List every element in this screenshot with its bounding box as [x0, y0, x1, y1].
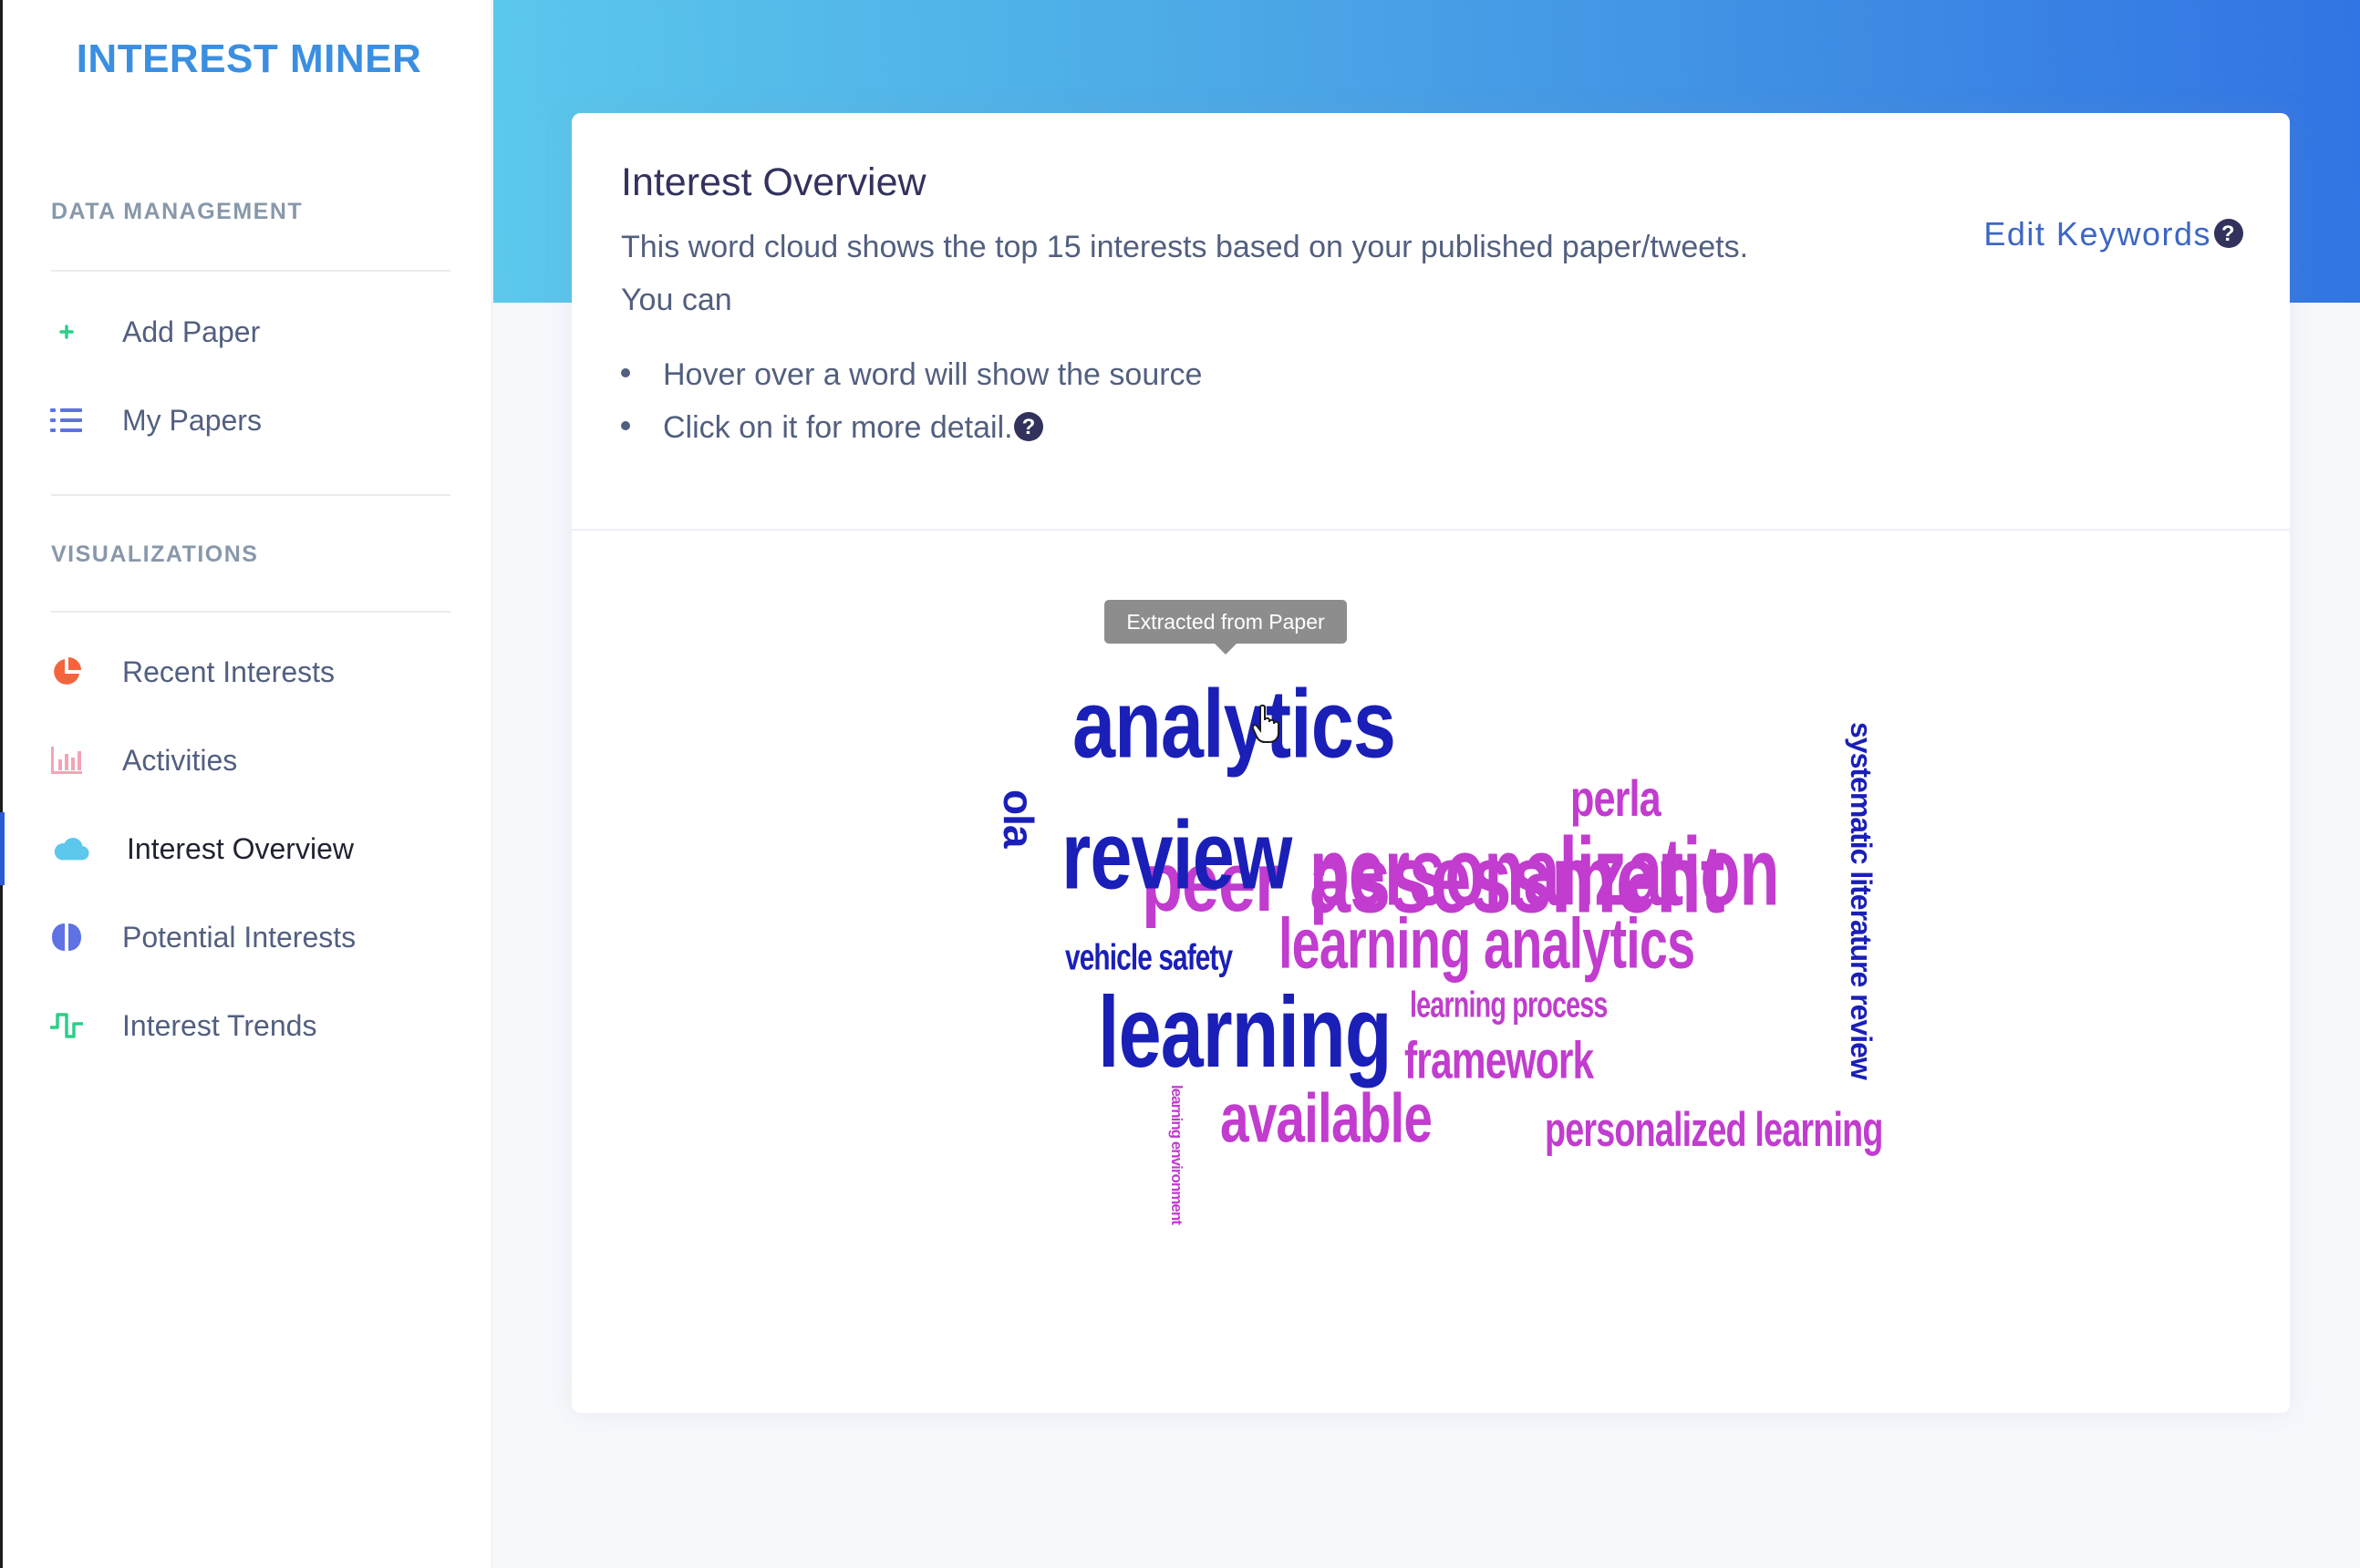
word-learning[interactable]: learning	[1098, 982, 1392, 1083]
bullet-dot	[621, 421, 630, 431]
word-learning-environment[interactable]: learning environment	[1168, 1085, 1185, 1224]
word-review[interactable]: review	[1061, 808, 1292, 904]
word-framework[interactable]: framework	[1404, 1034, 1594, 1087]
word-ola[interactable]: ola	[995, 789, 1042, 847]
help-icon[interactable]: ?	[1013, 411, 1044, 442]
sidebar-item-potential-interests[interactable]: Potential Interests	[3, 901, 492, 974]
pulse-icon	[48, 1007, 85, 1044]
list-icon	[48, 402, 85, 438]
list-item: Hover over a word will show the source	[621, 357, 1202, 393]
card-description: This word cloud shows the top 15 interes…	[621, 221, 1898, 326]
interest-overview-card: Interest Overview This word cloud shows …	[572, 113, 2290, 1413]
word-learning-analytics[interactable]: learning analytics	[1278, 908, 1695, 979]
sidebar-item-interest-overview[interactable]: Interest Overview	[0, 812, 494, 885]
brand-logo[interactable]: INTEREST MINER	[3, 36, 495, 82]
sidebar-divider	[51, 270, 450, 272]
card-divider	[572, 529, 2290, 531]
description-text: This word cloud shows the top 15 interes…	[621, 230, 1749, 264]
data-management-heading: DATA MANAGEMENT	[51, 199, 304, 224]
svg-text:?: ?	[2221, 222, 2236, 246]
edit-keywords-link[interactable]: Edit Keywords?	[1983, 215, 2244, 253]
sidebar-item-label: Recent Interests	[122, 655, 335, 688]
edit-keywords-label: Edit Keywords	[1983, 215, 2211, 253]
bullet-text: Hover over a word will show the source	[663, 357, 1203, 392]
bar-chart-icon	[48, 742, 85, 779]
sidebar-item-label: Activities	[122, 743, 238, 777]
sidebar-item-label: My Papers	[122, 403, 262, 437]
sidebar-item-activities[interactable]: Activities	[3, 724, 492, 797]
sidebar-item-add-paper[interactable]: Add Paper	[3, 295, 492, 368]
brain-icon	[48, 919, 85, 955]
sidebar-divider	[51, 611, 450, 613]
bullet-dot	[621, 368, 630, 378]
description-text-2: You can	[621, 283, 732, 317]
plus-icon	[48, 314, 85, 350]
hand-cursor-icon	[1251, 704, 1279, 743]
pie-chart-icon	[48, 654, 85, 690]
word-vehicle-safety[interactable]: vehicle safety	[1065, 939, 1233, 975]
svg-text:?: ?	[1021, 415, 1035, 439]
word-perla[interactable]: perla	[1570, 774, 1661, 825]
sidebar-item-label: Potential Interests	[122, 920, 357, 954]
help-icon[interactable]: ?	[2213, 218, 2244, 249]
sidebar: INTEREST MINER DATA MANAGEMENT Add Paper…	[0, 0, 492, 1568]
sidebar-item-label: Interest Overview	[127, 831, 354, 865]
visualizations-heading: VISUALIZATIONS	[51, 542, 259, 567]
cloud-icon	[53, 830, 89, 867]
word-systematic-literature-review[interactable]: systematic literature review	[1845, 722, 1878, 1079]
word-tooltip: Extracted from Paper	[1104, 600, 1347, 655]
bullet-text: Click on it for more detail.	[663, 410, 1013, 445]
word-analytics[interactable]: analytics	[1072, 676, 1396, 773]
sidebar-item-interest-trends[interactable]: Interest Trends	[3, 989, 492, 1062]
list-item: Click on it for more detail.?	[621, 410, 1044, 446]
sidebar-item-label: Add Paper	[122, 315, 261, 348]
card-title: Interest Overview	[621, 160, 926, 204]
sidebar-item-label: Interest Trends	[122, 1008, 317, 1042]
sidebar-item-recent-interests[interactable]: Recent Interests	[3, 635, 492, 708]
word-available[interactable]: available	[1220, 1083, 1433, 1152]
sidebar-divider	[51, 494, 450, 496]
word-learning-process[interactable]: learning process	[1410, 986, 1608, 1023]
word-personalized-learning[interactable]: personalized learning	[1545, 1105, 1883, 1153]
sidebar-item-my-papers[interactable]: My Papers	[3, 384, 492, 457]
